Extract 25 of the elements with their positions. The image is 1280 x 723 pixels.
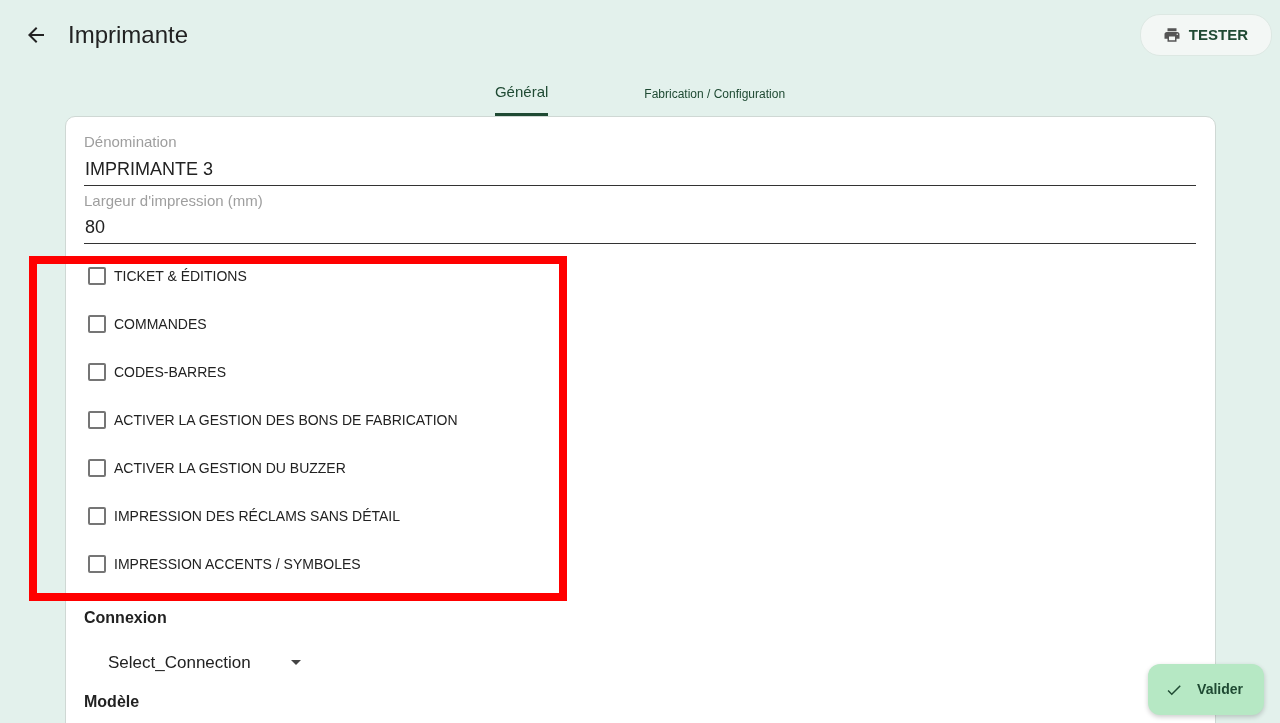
checkbox-label[interactable]: ACTIVER LA GESTION DES BONS DE FABRICATION [114,409,458,431]
validate-button[interactable]: Valider [1148,664,1264,715]
checkbox-label[interactable]: ACTIVER LA GESTION DU BUZZER [114,457,346,479]
test-button[interactable]: TESTER [1139,13,1272,57]
checkbox-label[interactable]: COMMANDES [114,313,207,335]
checkbox[interactable] [88,507,106,525]
checkbox[interactable] [88,459,106,477]
checkbox[interactable] [88,411,106,429]
checkbox[interactable] [88,363,106,381]
section-heading: Connexion [84,608,167,628]
checkbox[interactable] [88,267,106,285]
checkbox-label[interactable]: CODES-BARRES [114,361,227,383]
checkbox-label[interactable]: TICKET & ÉDITIONS [114,265,247,287]
checkbox-label[interactable]: IMPRESSION ACCENTS / SYMBOLES [114,553,361,575]
checkbox[interactable] [88,315,106,333]
printer-icon [1162,26,1181,44]
section-heading: Modèle [84,691,140,712]
tab[interactable]: Fabrication / Configuration [644,77,786,116]
dropdown-caret-icon[interactable] [290,660,301,666]
field-label: Dénomination [84,132,178,152]
field-label: Largeur d'impression (mm) [84,190,264,211]
connection-select[interactable]: Select_Connection [108,650,251,676]
checkbox[interactable] [88,555,106,573]
checkbox-label[interactable]: IMPRESSION DES RÉCLAMS SANS DÉTAIL [114,505,401,527]
page-title: Imprimante [68,20,189,50]
